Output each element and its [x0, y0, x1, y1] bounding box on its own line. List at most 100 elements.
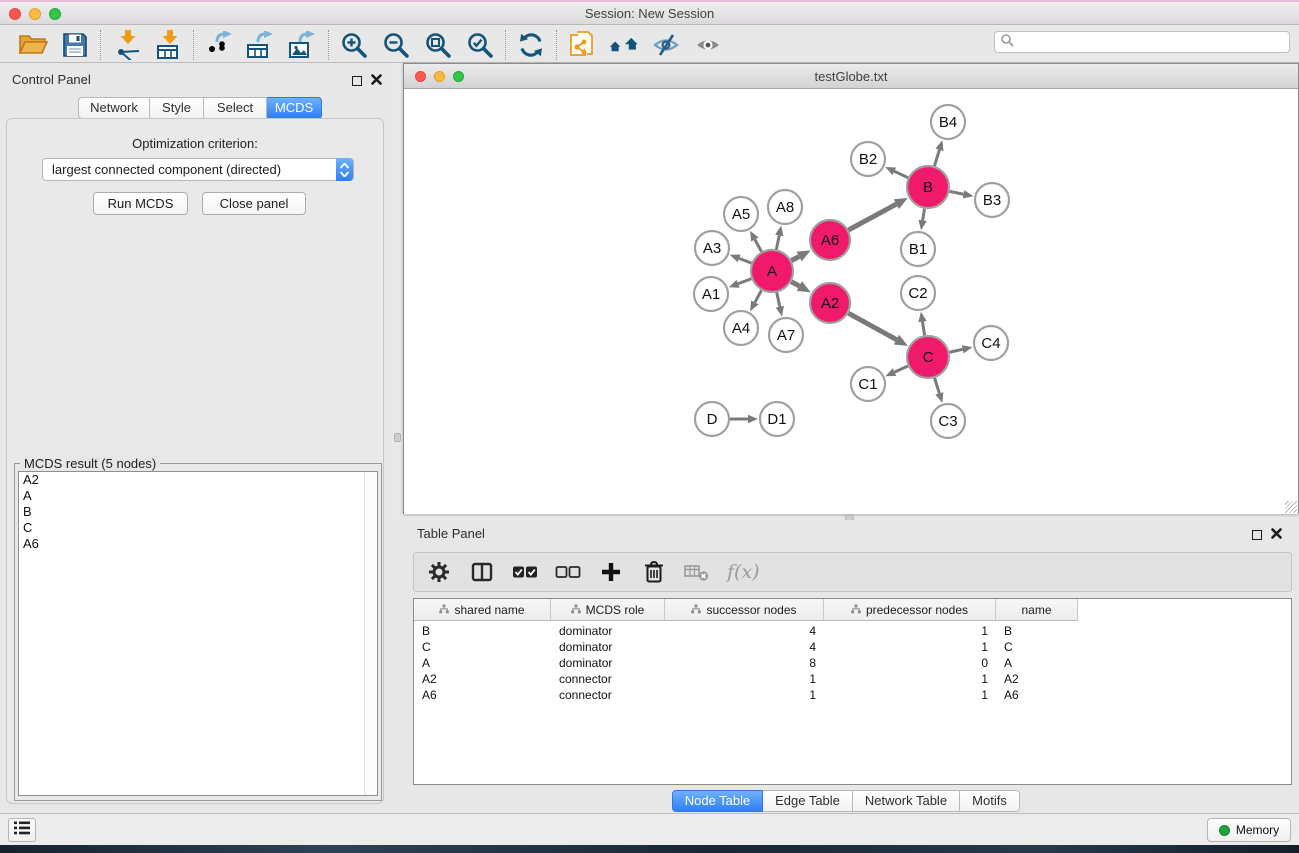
tab-motifs[interactable]: Motifs [960, 790, 1020, 812]
column-header-successor-nodes[interactable]: successor nodes [665, 599, 824, 621]
cell-successor-nodes[interactable]: 4 [665, 639, 824, 655]
run-mcds-button[interactable]: Run MCDS [93, 192, 188, 215]
graph-node-A6[interactable]: A6 [810, 220, 850, 260]
cell-successor-nodes[interactable]: 8 [665, 655, 824, 671]
graph-node-A8[interactable]: A8 [768, 190, 802, 224]
graph-node-A7[interactable]: A7 [769, 318, 803, 352]
result-item[interactable]: A6 [19, 536, 377, 552]
deselect-all-check-icon[interactable] [555, 559, 581, 585]
graph-node-B[interactable]: B [907, 166, 949, 208]
table-row[interactable]: A6connector11A6 [414, 687, 1078, 703]
graph-node-C[interactable]: C [907, 336, 949, 378]
tab-select[interactable]: Select [204, 97, 267, 119]
cell-successor-nodes[interactable]: 1 [665, 687, 824, 703]
graph-node-B3[interactable]: B3 [975, 183, 1009, 217]
graph-edge-A-A1[interactable] [738, 279, 751, 284]
graph-node-C3[interactable]: C3 [931, 404, 965, 438]
table-float-panel-icon[interactable] [1252, 530, 1262, 540]
result-item[interactable]: A2 [19, 472, 377, 488]
search-input[interactable] [1014, 33, 1289, 51]
cell-name[interactable]: B [996, 623, 1078, 639]
graph-edge-A-A2[interactable] [791, 282, 799, 286]
graph-edge-C-C1[interactable] [894, 366, 907, 372]
cell-predecessor-nodes[interactable]: 0 [824, 655, 996, 671]
cell-name[interactable]: A2 [996, 671, 1078, 687]
graph-edge-A-A7[interactable] [777, 292, 780, 306]
result-scrollbar[interactable] [364, 472, 377, 795]
graph-node-A4[interactable]: A4 [724, 311, 758, 345]
cell-MCDS-role[interactable]: connector [551, 671, 665, 687]
column-header-predecessor-nodes[interactable]: predecessor nodes [824, 599, 996, 621]
graph-node-A5[interactable]: A5 [724, 197, 758, 231]
column-header-shared-name[interactable]: shared name [414, 599, 551, 621]
cell-shared-name[interactable]: A2 [414, 671, 551, 687]
resize-grip-icon[interactable] [1285, 501, 1297, 513]
table-row[interactable]: Bdominator41B [414, 623, 1078, 639]
network-window-titlebar[interactable]: testGlobe.txt [404, 64, 1298, 89]
new-network-from-selection-icon[interactable] [566, 30, 598, 60]
result-item[interactable]: A [19, 488, 377, 504]
graph-edge-A2-C[interactable] [848, 313, 896, 339]
net-maximize-icon[interactable] [453, 71, 464, 82]
close-panel-button[interactable]: Close panel [202, 192, 306, 215]
cell-successor-nodes[interactable]: 1 [665, 671, 824, 687]
task-history-button[interactable] [8, 818, 36, 842]
toggle-table-split-icon[interactable] [469, 559, 495, 585]
cell-name[interactable]: C [996, 639, 1078, 655]
cell-name[interactable]: A6 [996, 687, 1078, 703]
tab-style[interactable]: Style [150, 97, 204, 119]
zoom-in-icon[interactable] [338, 30, 370, 60]
column-header-name[interactable]: name [996, 599, 1078, 621]
graph-node-C2[interactable]: C2 [901, 276, 935, 310]
network-canvas[interactable]: B4B2BB3A5A8A6B1A3AA1C2A2A4A7C4CC1C3DD1 [404, 90, 1298, 514]
graph-edge-B-B1[interactable] [923, 209, 925, 221]
graph-edge-A-A4[interactable] [755, 290, 762, 302]
cell-predecessor-nodes[interactable]: 1 [824, 671, 996, 687]
save-session-icon[interactable] [59, 30, 91, 60]
add-column-icon[interactable] [598, 559, 624, 585]
zoom-out-icon[interactable] [380, 30, 412, 60]
graph-edge-B-B2[interactable] [894, 171, 908, 177]
column-header-MCDS-role[interactable]: MCDS role [551, 599, 665, 621]
node-table[interactable]: shared nameMCDS rolesuccessor nodesprede… [413, 598, 1292, 785]
import-table-icon[interactable] [152, 30, 184, 60]
import-network-icon[interactable] [110, 30, 142, 60]
graph-node-B2[interactable]: B2 [851, 142, 885, 176]
apply-layout-icon[interactable] [515, 30, 547, 60]
graph-edge-A6-B[interactable] [848, 204, 896, 230]
tab-node-table[interactable]: Node Table [672, 790, 763, 812]
delete-column-icon[interactable] [641, 559, 667, 585]
net-close-icon[interactable] [415, 71, 426, 82]
graph-edge-C-C2[interactable] [922, 322, 924, 336]
cell-successor-nodes[interactable]: 4 [665, 623, 824, 639]
tab-network-table[interactable]: Network Table [853, 790, 960, 812]
criterion-dropdown[interactable]: largest connected component (directed) [42, 158, 354, 181]
graph-edge-A-A8[interactable] [776, 235, 779, 249]
export-table-icon[interactable] [245, 30, 277, 60]
cell-MCDS-role[interactable]: dominator [551, 639, 665, 655]
tab-edge-table[interactable]: Edge Table [763, 790, 853, 812]
export-network-icon[interactable] [203, 30, 235, 60]
graph-node-D1[interactable]: D1 [760, 402, 794, 436]
graph-node-D[interactable]: D [695, 402, 729, 436]
graph-edge-B-B3[interactable] [950, 191, 964, 194]
minimize-window-icon[interactable] [29, 8, 41, 20]
graph-node-A3[interactable]: A3 [695, 231, 729, 265]
cell-name[interactable]: A [996, 655, 1078, 671]
float-panel-icon[interactable] [352, 76, 362, 86]
close-panel-icon[interactable] [371, 72, 382, 90]
graph-edge-C-C3[interactable] [935, 378, 940, 393]
memory-button[interactable]: Memory [1207, 818, 1291, 842]
table-row[interactable]: Adominator80A [414, 655, 1078, 671]
first-neighbors-icon[interactable] [608, 30, 640, 60]
cell-predecessor-nodes[interactable]: 1 [824, 687, 996, 703]
cell-shared-name[interactable]: A [414, 655, 551, 671]
graph-edge-C-C4[interactable] [949, 349, 962, 352]
table-close-panel-icon[interactable] [1271, 526, 1282, 544]
mcds-result-list[interactable]: A2ABCA6 [18, 471, 378, 796]
graph-node-A1[interactable]: A1 [694, 277, 728, 311]
cell-shared-name[interactable]: C [414, 639, 551, 655]
graph-node-A2[interactable]: A2 [810, 283, 850, 323]
result-item[interactable]: B [19, 504, 377, 520]
table-row[interactable]: A2connector11A2 [414, 671, 1078, 687]
